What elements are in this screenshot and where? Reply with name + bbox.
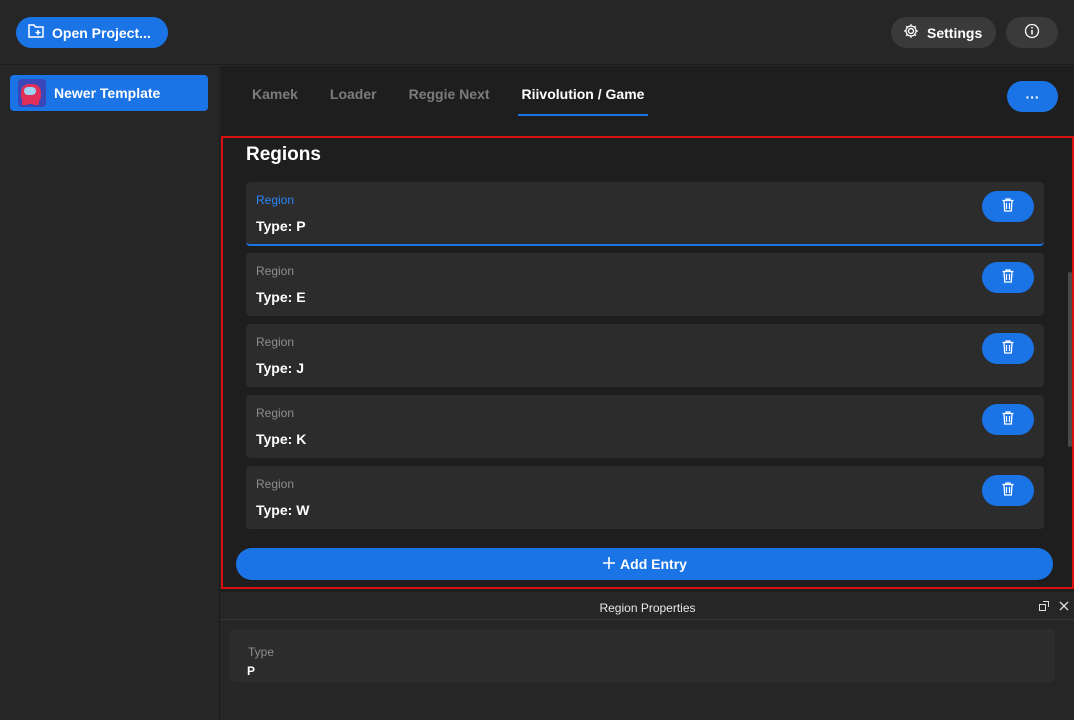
delete-entry-button[interactable] bbox=[982, 262, 1034, 293]
project-avatar-icon bbox=[18, 79, 46, 107]
delete-entry-button[interactable] bbox=[982, 191, 1034, 222]
tab-kamek[interactable]: Kamek bbox=[252, 66, 298, 116]
sidebar-item-label: Newer Template bbox=[54, 85, 161, 101]
entry-value: Type: P bbox=[256, 218, 306, 234]
settings-button[interactable]: Settings bbox=[891, 17, 996, 48]
trash-icon bbox=[1000, 197, 1016, 216]
properties-title: Region Properties bbox=[599, 601, 696, 615]
properties-header: Region Properties bbox=[221, 596, 1074, 620]
info-icon bbox=[1024, 23, 1040, 42]
entry-value: Type: W bbox=[256, 502, 310, 518]
entry-label: Region bbox=[256, 477, 295, 491]
add-entry-label: Add Entry bbox=[620, 556, 687, 572]
top-bar: Open Project... Settings bbox=[0, 0, 1074, 65]
list-item[interactable]: Region Type: E bbox=[246, 253, 1044, 316]
folder-open-icon bbox=[27, 22, 45, 43]
tab-riivolution-game[interactable]: Riivolution / Game bbox=[517, 66, 649, 116]
trash-icon bbox=[1000, 268, 1016, 287]
type-property-field[interactable]: Type P bbox=[230, 629, 1055, 682]
tab-loader[interactable]: Loader bbox=[330, 66, 377, 116]
list-item[interactable]: Region Type: J bbox=[246, 324, 1044, 387]
regions-panel: Regions Region Type: P Region Type: E Re… bbox=[221, 136, 1074, 589]
info-button[interactable] bbox=[1006, 17, 1058, 48]
sidebar-item-newer-template[interactable]: Newer Template bbox=[10, 75, 208, 111]
entry-label: Region bbox=[256, 335, 295, 349]
plus-icon bbox=[602, 556, 616, 573]
settings-label: Settings bbox=[927, 24, 983, 41]
entry-value: Type: E bbox=[256, 289, 306, 305]
trash-icon bbox=[1000, 481, 1016, 500]
entry-label: Region bbox=[256, 264, 295, 278]
property-value: P bbox=[247, 664, 256, 678]
entry-value: Type: J bbox=[256, 360, 304, 376]
open-project-label: Open Project... bbox=[52, 24, 151, 41]
delete-entry-button[interactable] bbox=[982, 404, 1034, 435]
tab-bar: Kamek Loader Reggie Next Riivolution / G… bbox=[252, 66, 676, 116]
entry-label: Region bbox=[256, 406, 295, 420]
scrollbar[interactable] bbox=[1068, 272, 1072, 447]
undock-icon[interactable] bbox=[1038, 596, 1050, 620]
sidebar: Newer Template bbox=[0, 66, 220, 720]
close-icon[interactable] bbox=[1058, 596, 1070, 620]
gear-icon bbox=[903, 23, 919, 42]
section-title: Regions bbox=[246, 144, 321, 165]
properties-controls bbox=[1038, 596, 1070, 620]
entry-label: Region bbox=[256, 193, 295, 207]
trash-icon bbox=[1000, 339, 1016, 358]
list-item[interactable]: Region Type: K bbox=[246, 395, 1044, 458]
properties-body: Type P bbox=[221, 621, 1074, 720]
list-item[interactable]: Region Type: W bbox=[246, 466, 1044, 529]
more-options-button[interactable]: ··· bbox=[1007, 81, 1058, 112]
add-entry-button[interactable]: Add Entry bbox=[236, 548, 1053, 580]
tab-reggie-next[interactable]: Reggie Next bbox=[409, 66, 490, 116]
list-item[interactable]: Region Type: P bbox=[246, 182, 1044, 246]
delete-entry-button[interactable] bbox=[982, 475, 1034, 506]
delete-entry-button[interactable] bbox=[982, 333, 1034, 364]
entry-value: Type: K bbox=[256, 431, 307, 447]
trash-icon bbox=[1000, 410, 1016, 429]
property-label: Type bbox=[248, 645, 275, 659]
open-project-button[interactable]: Open Project... bbox=[16, 17, 168, 48]
